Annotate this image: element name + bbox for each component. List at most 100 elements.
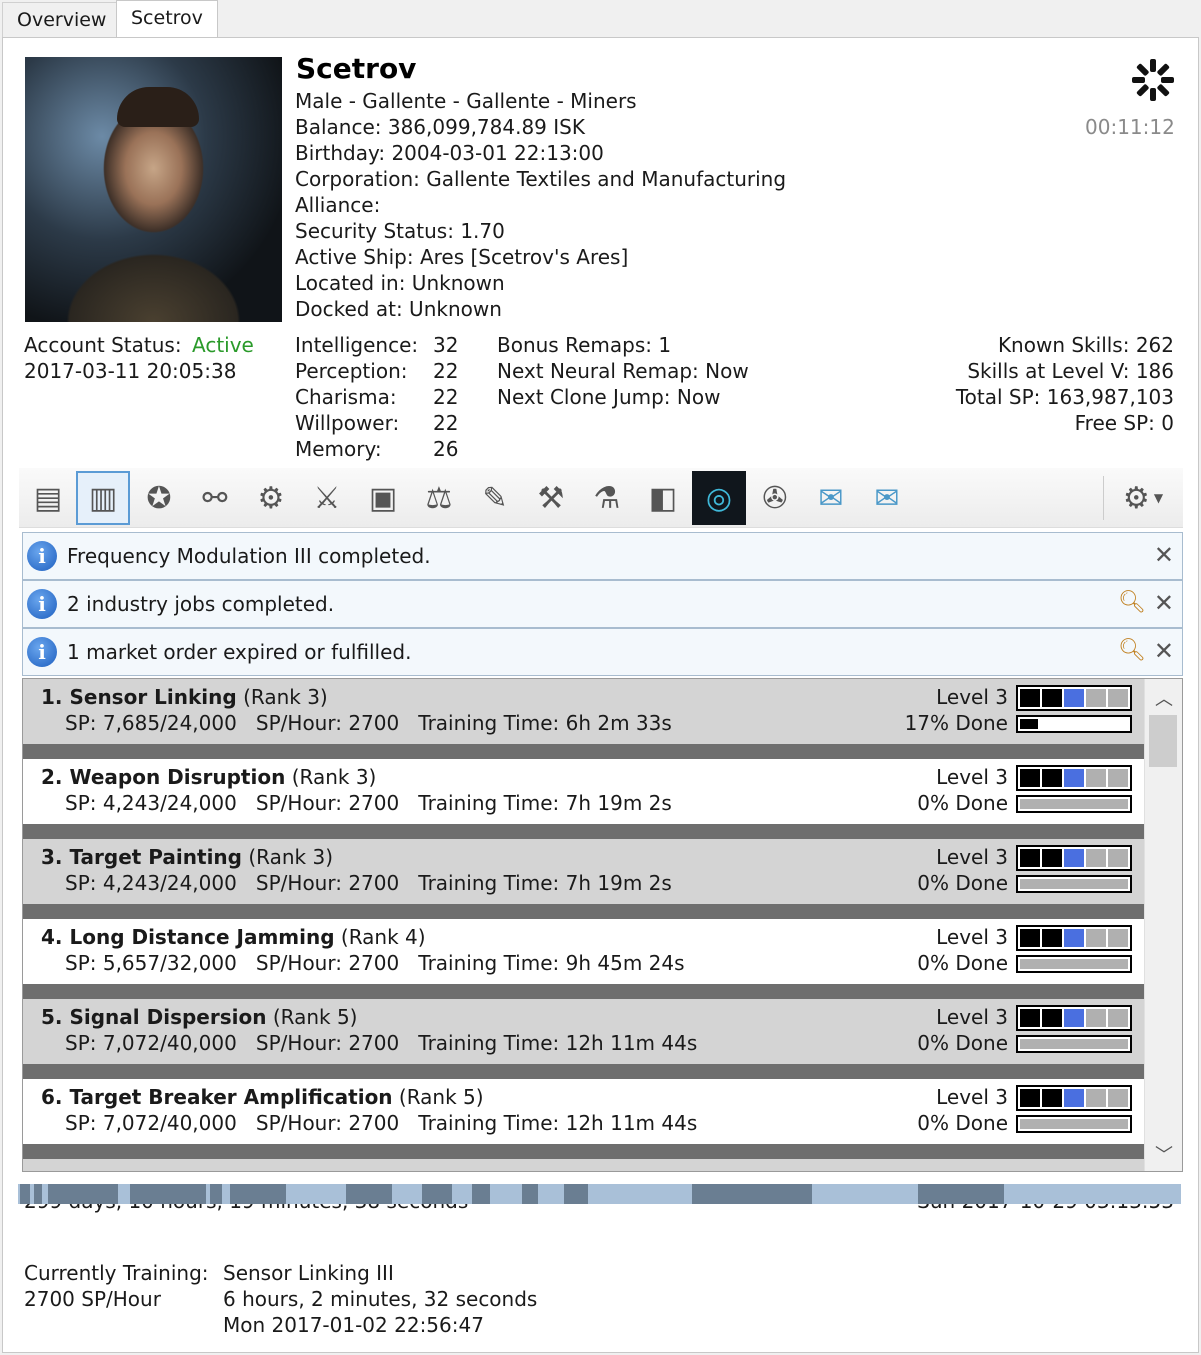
skill-rank: (Rank 3): [248, 845, 334, 869]
planet-icon[interactable]: ◎: [692, 471, 746, 525]
magnifier-icon[interactable]: 🔍︎: [1118, 591, 1146, 615]
skill-name: 6. Target Breaker Amplification: [41, 1085, 393, 1109]
skill-percent-done: 0% Done: [917, 951, 1008, 975]
notification-item: i 2 industry jobs completed. 🔍︎ ✕: [22, 580, 1183, 628]
close-icon[interactable]: ✕: [1154, 543, 1174, 567]
skill-sp: SP: 7,072/40,000: [65, 1031, 237, 1055]
skill-queue-row[interactable]: 4. Long Distance Jamming (Rank 4) SP: 5,6…: [23, 919, 1144, 999]
tab-overview[interactable]: Overview: [2, 2, 122, 38]
skill-stats: SP: 7,072/40,000 SP/Hour: 2700 Training …: [65, 1031, 697, 1055]
account-status-value: Active: [192, 333, 254, 357]
skill-progress-bar: [1016, 1035, 1132, 1053]
skill-progress-fill: [1020, 1119, 1128, 1129]
skill-progress-bar: [1016, 795, 1132, 813]
skill-name: 2. Weapon Disruption: [41, 765, 286, 789]
assets-icon[interactable]: ▣: [356, 471, 410, 525]
research-icon[interactable]: ⚙: [244, 471, 298, 525]
magnifier-icon[interactable]: 🔍︎: [1118, 639, 1146, 663]
skill-level-indicator: [1016, 1005, 1132, 1031]
wallet-journal-icon[interactable]: ✇: [748, 471, 802, 525]
skill-stats: SP: 7,072/40,000 SP/Hour: 2700 Training …: [65, 1111, 697, 1135]
character-alliance: Alliance:: [295, 193, 381, 217]
skill-stats: SP: 4,243/24,000 SP/Hour: 2700 Training …: [65, 871, 672, 895]
notification-list: i Frequency Modulation III completed. ✕ …: [22, 532, 1183, 676]
tab-character[interactable]: Scetrov: [116, 0, 218, 39]
skill-level: Level 3: [936, 765, 1008, 789]
attribute-memory-value: 26: [433, 437, 459, 461]
skill-rank: (Rank 3): [243, 685, 328, 709]
skill-queue-row[interactable]: 6. Target Breaker Amplification (Rank 5)…: [23, 1079, 1144, 1159]
skill-row-separator: [23, 1064, 1144, 1079]
close-icon[interactable]: ✕: [1154, 639, 1174, 663]
account-status-label: Account Status:: [24, 333, 182, 357]
skill-name: 3. Target Painting: [41, 845, 242, 869]
attribute-intelligence-label: Intelligence:: [295, 333, 419, 357]
skill-title: 1. Sensor Linking (Rank 3): [41, 685, 328, 709]
attribute-perception-value: 22: [433, 359, 459, 383]
skill-queue-row-body: 4. Long Distance Jamming (Rank 4) SP: 5,6…: [23, 919, 1144, 984]
skill-percent-done: 0% Done: [917, 871, 1008, 895]
loyalty-icon[interactable]: ◧: [636, 471, 690, 525]
skill-sp: SP: 4,243/24,000: [65, 871, 237, 895]
character-birthday: Birthday: 2004-03-01 22:13:00: [295, 141, 604, 165]
skill-queue-row[interactable]: 5. Signal Dispersion (Rank 5) SP: 7,072/4…: [23, 999, 1144, 1079]
character-toolbar: ▤ ▥ ✪ ⚯ ⚙ ⚔ ▣ ⚖ ✎ ⚒ ⚗ ◧ ◎ ✇ ✉ ✉ ⚙ ▼: [19, 468, 1183, 528]
skill-sp: SP: 7,072/40,000: [65, 1111, 237, 1135]
skill-row-separator: [23, 1144, 1144, 1159]
skill-queue-row[interactable]: 3. Target Painting (Rank 3) SP: 4,243/24,…: [23, 839, 1144, 919]
skills-icon[interactable]: ▤: [21, 471, 75, 525]
skill-percent-done: 17% Done: [904, 711, 1008, 735]
skill-queue-row-body: 3. Target Painting (Rank 3) SP: 4,243/24,…: [23, 839, 1144, 904]
skill-queue-row[interactable]: 2. Weapon Disruption (Rank 3) SP: 4,243/2…: [23, 759, 1144, 839]
industry-jobs-icon[interactable]: ⚒: [524, 471, 578, 525]
skill-sp-rate: SP/Hour: 2700: [255, 871, 400, 895]
scroll-up-icon[interactable]: ︿: [1145, 685, 1182, 711]
currently-training-rate: 2700 SP/Hour: [24, 1287, 161, 1311]
combat-log-icon[interactable]: ⚔: [300, 471, 354, 525]
skill-row-separator: [23, 904, 1144, 919]
skill-percent-done: 0% Done: [917, 1111, 1008, 1135]
skill-queue-icon[interactable]: ▥: [76, 471, 130, 525]
skill-queue-row-body: 2. Weapon Disruption (Rank 3) SP: 4,243/2…: [23, 759, 1144, 824]
attribute-intelligence-value: 32: [433, 333, 459, 357]
skill-percent-done: 0% Done: [917, 791, 1008, 815]
mail-icon[interactable]: ✉: [804, 471, 858, 525]
skill-name: 4. Long Distance Jamming: [41, 925, 335, 949]
skill-training-time: Training Time: 9h 45m 24s: [418, 951, 685, 975]
skill-training-time: Training Time: 12h 11m 44s: [418, 1111, 698, 1135]
skill-queue-row[interactable]: 1. Sensor Linking (Rank 3) SP: 7,685/24,0…: [23, 679, 1144, 759]
character-portrait: [25, 57, 282, 322]
character-docked: Docked at: Unknown: [295, 297, 502, 321]
skill-queue-row-body: 1. Sensor Linking (Rank 3) SP: 7,685/24,0…: [23, 679, 1144, 744]
skill-sp: SP: 7,685/24,000: [65, 711, 237, 735]
skill-queue-row-body: 6. Target Breaker Amplification (Rank 5)…: [23, 1079, 1144, 1144]
skills-at-level-5: Skills at Level V: 186: [967, 359, 1174, 383]
standings-icon[interactable]: ✪: [132, 471, 186, 525]
skill-queue-list: 1. Sensor Linking (Rank 3) SP: 7,685/24,0…: [22, 678, 1183, 1172]
attribute-perception-label: Perception:: [295, 359, 408, 383]
skill-title: 2. Weapon Disruption (Rank 3): [41, 765, 376, 789]
skill-training-time: Training Time: 12h 11m 44s: [418, 1031, 698, 1055]
queue-timeline-bar: [18, 1184, 1181, 1204]
factional-warfare-icon[interactable]: ⚯: [188, 471, 242, 525]
skill-progress-bar: [1016, 1115, 1132, 1133]
skill-rank: (Rank 3): [291, 765, 377, 789]
scrollbar-thumb[interactable]: [1149, 715, 1177, 767]
notifications-icon[interactable]: ✉: [860, 471, 914, 525]
contracts-icon[interactable]: ✎: [468, 471, 522, 525]
info-icon: i: [27, 637, 57, 667]
close-icon[interactable]: ✕: [1154, 591, 1174, 615]
skill-name: 1. Sensor Linking: [41, 685, 237, 709]
settings-dropdown-icon[interactable]: ⚙ ▼: [1113, 471, 1173, 525]
vertical-scrollbar[interactable]: ︿ ﹀: [1144, 679, 1182, 1171]
currently-training-label: Currently Training:: [24, 1261, 209, 1285]
character-bio: Male - Gallente - Gallente - Miners: [295, 89, 637, 113]
skill-progress-bar: [1016, 955, 1132, 973]
skill-title: 5. Signal Dispersion (Rank 5): [41, 1005, 357, 1029]
planetary-icon[interactable]: ⚗: [580, 471, 634, 525]
scroll-down-icon[interactable]: ﹀: [1145, 1141, 1182, 1167]
notification-item: i Frequency Modulation III completed. ✕: [22, 532, 1183, 580]
market-orders-icon[interactable]: ⚖: [412, 471, 466, 525]
notification-item: i 1 market order expired or fulfilled. 🔍…: [22, 628, 1183, 676]
skill-row-separator: [23, 984, 1144, 999]
